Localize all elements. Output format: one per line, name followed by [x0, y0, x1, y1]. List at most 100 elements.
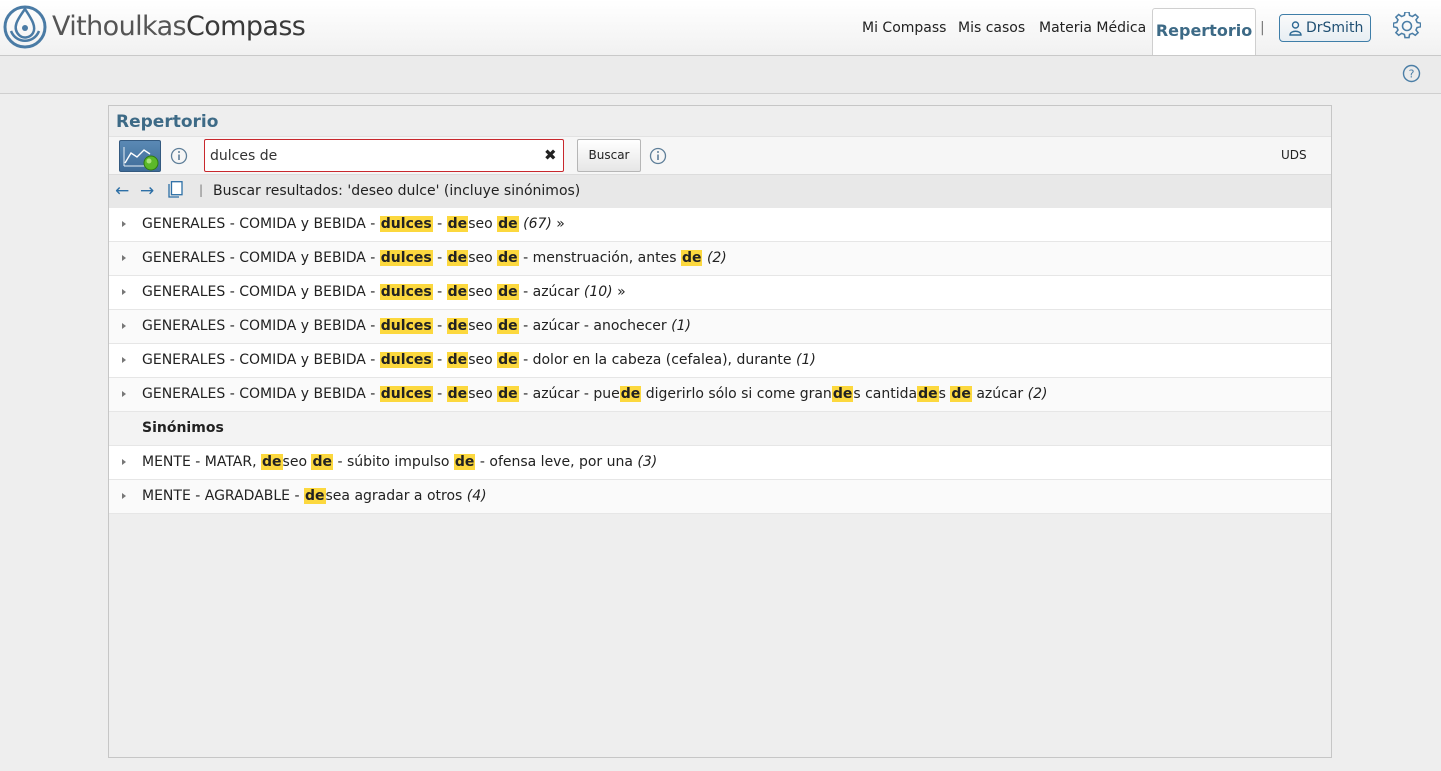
highlight-match: dulces	[379, 352, 433, 368]
rubric-segment: GENERALES - COMIDA y BEBIDA -	[142, 318, 380, 334]
expand-triangle-icon[interactable]	[122, 459, 126, 465]
search-input[interactable]	[210, 145, 530, 167]
result-row[interactable]: MENTE - AGRADABLE - desea agradar a otro…	[109, 480, 1331, 514]
highlight-match: de	[453, 454, 476, 470]
info-icon[interactable]	[649, 147, 667, 165]
rubric-text[interactable]: MENTE - AGRADABLE - desea agradar a otro…	[142, 480, 487, 513]
remedy-count: (67)	[523, 216, 552, 232]
highlight-match: dulces	[379, 250, 433, 266]
remedy-count: (4)	[466, 488, 487, 504]
result-row[interactable]: GENERALES - COMIDA y BEBIDA - dulces - d…	[109, 242, 1331, 276]
nav-mi-compass[interactable]: Mi Compass	[862, 20, 946, 36]
rubric-text[interactable]: GENERALES - COMIDA y BEBIDA - dulces - d…	[142, 344, 816, 377]
brand-bold: Compass	[185, 11, 306, 42]
expand-triangle-icon[interactable]	[122, 289, 126, 295]
expand-triangle-icon[interactable]	[122, 221, 126, 227]
expand-triangle-icon[interactable]	[122, 493, 126, 499]
rubric-text[interactable]: GENERALES - COMIDA y BEBIDA - dulces - d…	[142, 378, 1047, 411]
nav-materia-medica[interactable]: Materia Médica	[1039, 20, 1146, 36]
result-row[interactable]: MENTE - MATAR, deseo de - súbito impulso…	[109, 446, 1331, 480]
expand-triangle-icon[interactable]	[122, 391, 126, 397]
remedy-count: (2)	[1027, 386, 1048, 402]
highlight-match: de	[497, 216, 519, 232]
highlight-match: de	[917, 386, 939, 402]
results-header: ← → | Buscar resultados: 'deseo dulce' (…	[109, 174, 1331, 209]
rubric-segment: sea agradar a otros	[325, 488, 467, 504]
expand-triangle-icon[interactable]	[122, 357, 126, 363]
highlight-match: de	[497, 318, 519, 334]
rubric-segment: seo	[468, 284, 498, 300]
user-button[interactable]: DrSmith	[1279, 14, 1371, 42]
rubric-segment: »	[551, 216, 565, 232]
clear-search-icon[interactable]: ✖	[544, 146, 557, 164]
result-row[interactable]: GENERALES - COMIDA y BEBIDA - dulces - d…	[109, 310, 1331, 344]
user-icon	[1289, 21, 1302, 36]
copy-icon[interactable]	[168, 181, 183, 198]
highlight-match: de	[311, 454, 333, 470]
highlight-match: de	[446, 386, 469, 402]
rubric-segment: GENERALES - COMIDA y BEBIDA -	[142, 250, 380, 266]
results-list: GENERALES - COMIDA y BEBIDA - dulces - d…	[109, 208, 1331, 514]
remedy-count: (10)	[583, 284, 613, 300]
remedy-count: (1)	[795, 352, 816, 368]
user-name: DrSmith	[1306, 20, 1364, 36]
result-row[interactable]: GENERALES - COMIDA y BEBIDA - dulces - d…	[109, 378, 1331, 412]
compass-logo-icon	[3, 5, 47, 49]
back-arrow-icon[interactable]: ←	[115, 181, 129, 201]
result-row[interactable]: GENERALES - COMIDA y BEBIDA - dulces - d…	[109, 344, 1331, 378]
forward-arrow-icon[interactable]: →	[140, 181, 154, 201]
results-summary: Buscar resultados: 'deseo dulce' (incluy…	[213, 183, 581, 199]
rubric-segment: -	[432, 250, 447, 266]
rubric-text[interactable]: GENERALES - COMIDA y BEBIDA - dulces - d…	[142, 310, 691, 343]
info-icon[interactable]	[170, 147, 188, 165]
search-toolbar: ✖ Buscar UDS	[109, 136, 1331, 175]
sub-bar	[0, 56, 1441, 94]
rubric-segment: GENERALES - COMIDA y BEBIDA -	[142, 352, 380, 368]
rubric-segment: seo	[468, 216, 498, 232]
synonyms-label: Sinónimos	[142, 420, 224, 436]
app-brand[interactable]: VithoulkasCompass	[52, 11, 306, 42]
remedy-count: (3)	[637, 454, 658, 470]
expand-triangle-icon[interactable]	[122, 323, 126, 329]
highlight-match: de	[446, 250, 469, 266]
rubric-segment: - menstruación, antes	[518, 250, 681, 266]
rubric-segment: GENERALES - COMIDA y BEBIDA -	[142, 386, 380, 402]
rubric-segment: MENTE - AGRADABLE -	[142, 488, 304, 504]
uds-label[interactable]: UDS	[1281, 148, 1307, 162]
rubric-segment: seo	[468, 352, 498, 368]
highlight-match: de	[619, 386, 642, 402]
rubric-segment: GENERALES - COMIDA y BEBIDA -	[142, 284, 380, 300]
nav-repertorio-tab[interactable]: Repertorio	[1152, 8, 1256, 55]
rubric-segment: -	[432, 386, 447, 402]
rubric-text[interactable]: GENERALES - COMIDA y BEBIDA - dulces - d…	[142, 242, 727, 275]
chart-icon	[123, 147, 159, 171]
rubric-segment: - ofensa leve, por una	[475, 454, 638, 470]
highlight-match: de	[950, 386, 972, 402]
repertorio-panel: Repertorio ✖ Buscar UDS	[108, 105, 1332, 758]
rubric-segment: - súbito impulso	[333, 454, 454, 470]
rubric-text[interactable]: MENTE - MATAR, deseo de - súbito impulso…	[142, 446, 657, 479]
nav-separator: |	[1260, 20, 1265, 36]
chart-button[interactable]	[119, 140, 161, 172]
rubric-text[interactable]: GENERALES - COMIDA y BEBIDA - dulces - d…	[142, 208, 565, 241]
highlight-match: de	[497, 250, 519, 266]
rubric-segment: seo	[468, 250, 498, 266]
rubric-segment: digerirlo sólo si come gran	[641, 386, 832, 402]
highlight-match: de	[446, 352, 469, 368]
expand-triangle-icon[interactable]	[122, 255, 126, 261]
gear-icon[interactable]	[1393, 12, 1421, 40]
help-icon[interactable]: ?	[1402, 64, 1421, 83]
rubric-segment: -	[432, 216, 447, 232]
rubric-text[interactable]: GENERALES - COMIDA y BEBIDA - dulces - d…	[142, 276, 626, 309]
result-row[interactable]: GENERALES - COMIDA y BEBIDA - dulces - d…	[109, 208, 1331, 242]
highlight-match: de	[497, 386, 519, 402]
highlight-match: de	[446, 216, 469, 232]
search-field-wrapper: ✖	[204, 139, 564, 172]
nav-mis-casos[interactable]: Mis casos	[958, 20, 1025, 36]
rubric-segment: GENERALES - COMIDA y BEBIDA -	[142, 216, 380, 232]
result-row[interactable]: GENERALES - COMIDA y BEBIDA - dulces - d…	[109, 276, 1331, 310]
rubric-segment: MENTE - MATAR,	[142, 454, 261, 470]
rubric-segment: - azúcar - pue	[518, 386, 620, 402]
buscar-button[interactable]: Buscar	[577, 139, 641, 172]
results-separator: |	[199, 183, 204, 197]
